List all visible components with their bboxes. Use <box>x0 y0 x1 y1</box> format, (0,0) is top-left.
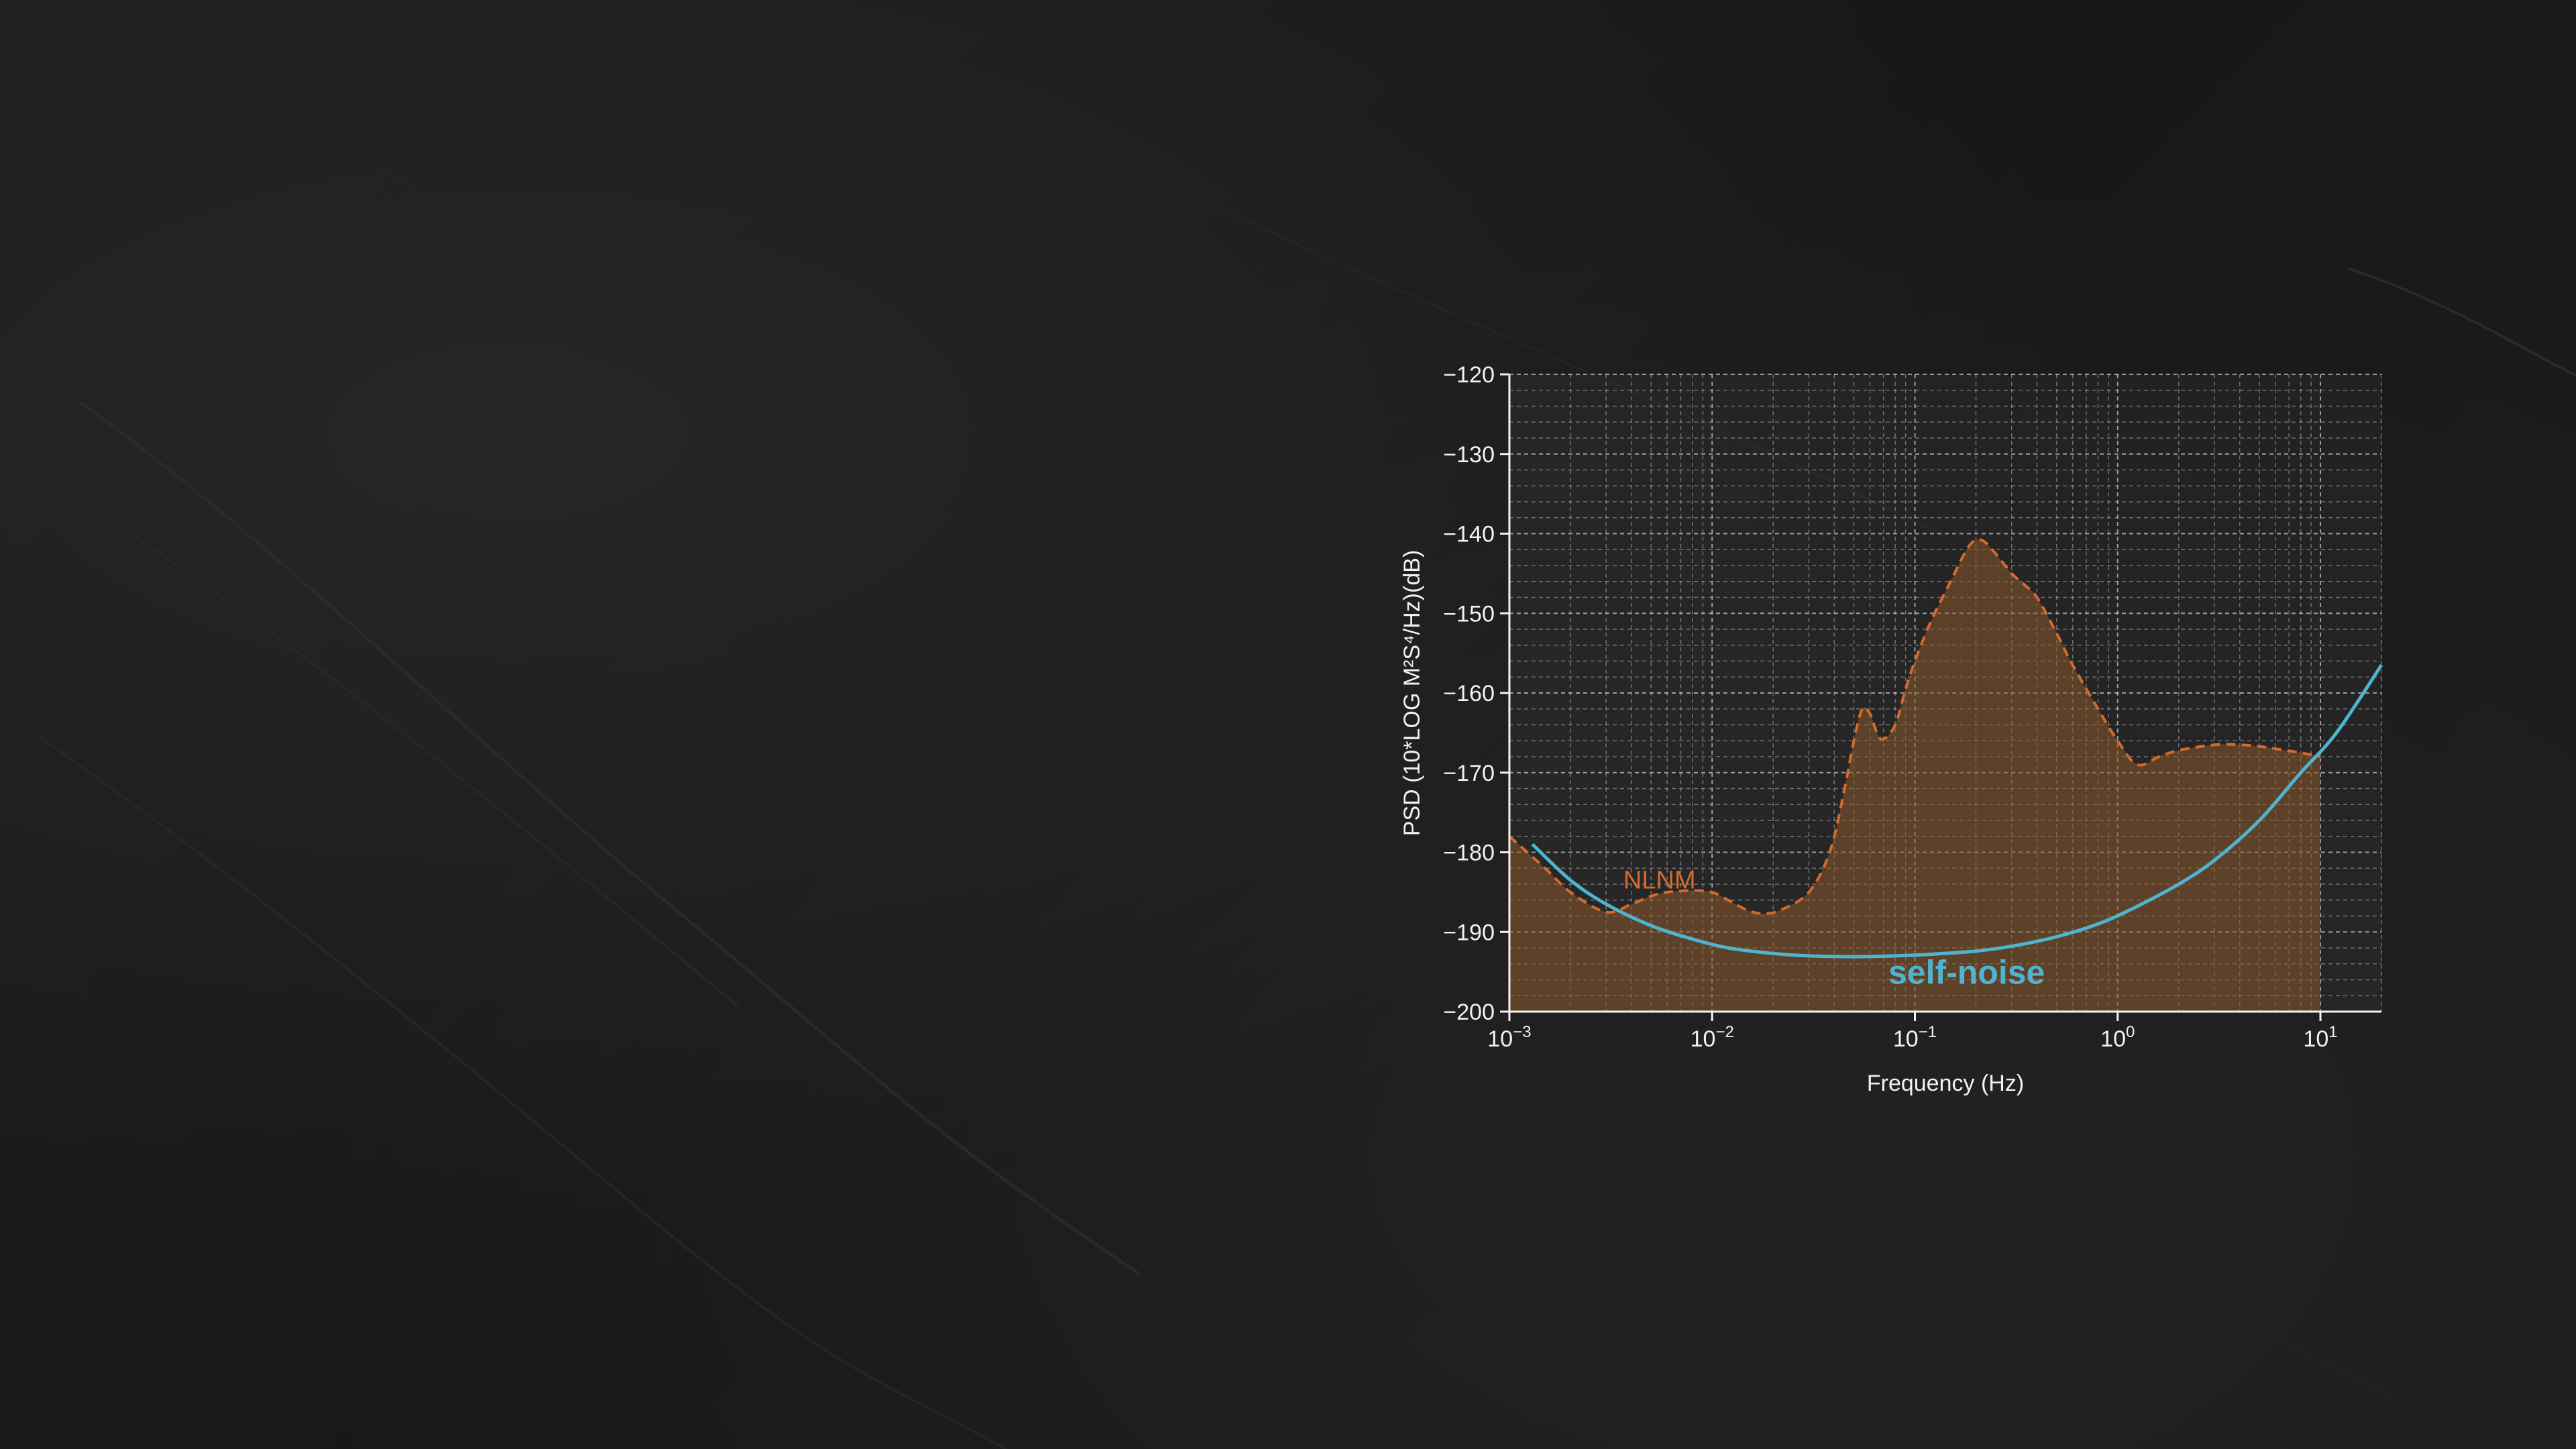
x-tick-label: 10−1 <box>1893 1023 1937 1052</box>
x-tick-labels: 10−3 10−2 10−1 100 101 <box>1487 1023 2337 1052</box>
y-tick-label: −150 <box>1443 601 1495 627</box>
x-tick-label: 101 <box>2303 1023 2337 1052</box>
y-tick-label: −190 <box>1443 920 1495 945</box>
self-noise-annotation: self-noise <box>1888 953 2045 991</box>
y-tick-labels: −120 −130 −140 −150 −160 −170 −180 −190 −200 <box>1443 362 1495 1025</box>
y-tick-label: −160 <box>1443 681 1495 706</box>
y-axis-title: PSD (10*LOG M²S⁴/Hz)(dB) <box>1399 550 1425 836</box>
background: −120 −130 −140 −150 −160 −170 −180 −190 −200 10−… <box>0 0 2576 1449</box>
x-tick-label: 100 <box>2100 1023 2135 1052</box>
psd-chart: −120 −130 −140 −150 −160 −170 −180 −190 −200 10−… <box>1399 362 2383 1096</box>
y-tick-label: −200 <box>1443 1000 1495 1025</box>
nlnm-annotation: NLNM <box>1623 866 1696 894</box>
y-tick-label: −170 <box>1443 761 1495 786</box>
y-tick-label: −180 <box>1443 841 1495 866</box>
x-tick-label: 10−3 <box>1487 1023 1531 1052</box>
x-tick-label: 10−2 <box>1690 1023 1734 1052</box>
y-tick-label: −140 <box>1443 522 1495 547</box>
y-tick-label: −130 <box>1443 442 1495 468</box>
x-axis-title: Frequency (Hz) <box>1867 1071 2024 1096</box>
y-tick-label: −120 <box>1443 362 1495 388</box>
